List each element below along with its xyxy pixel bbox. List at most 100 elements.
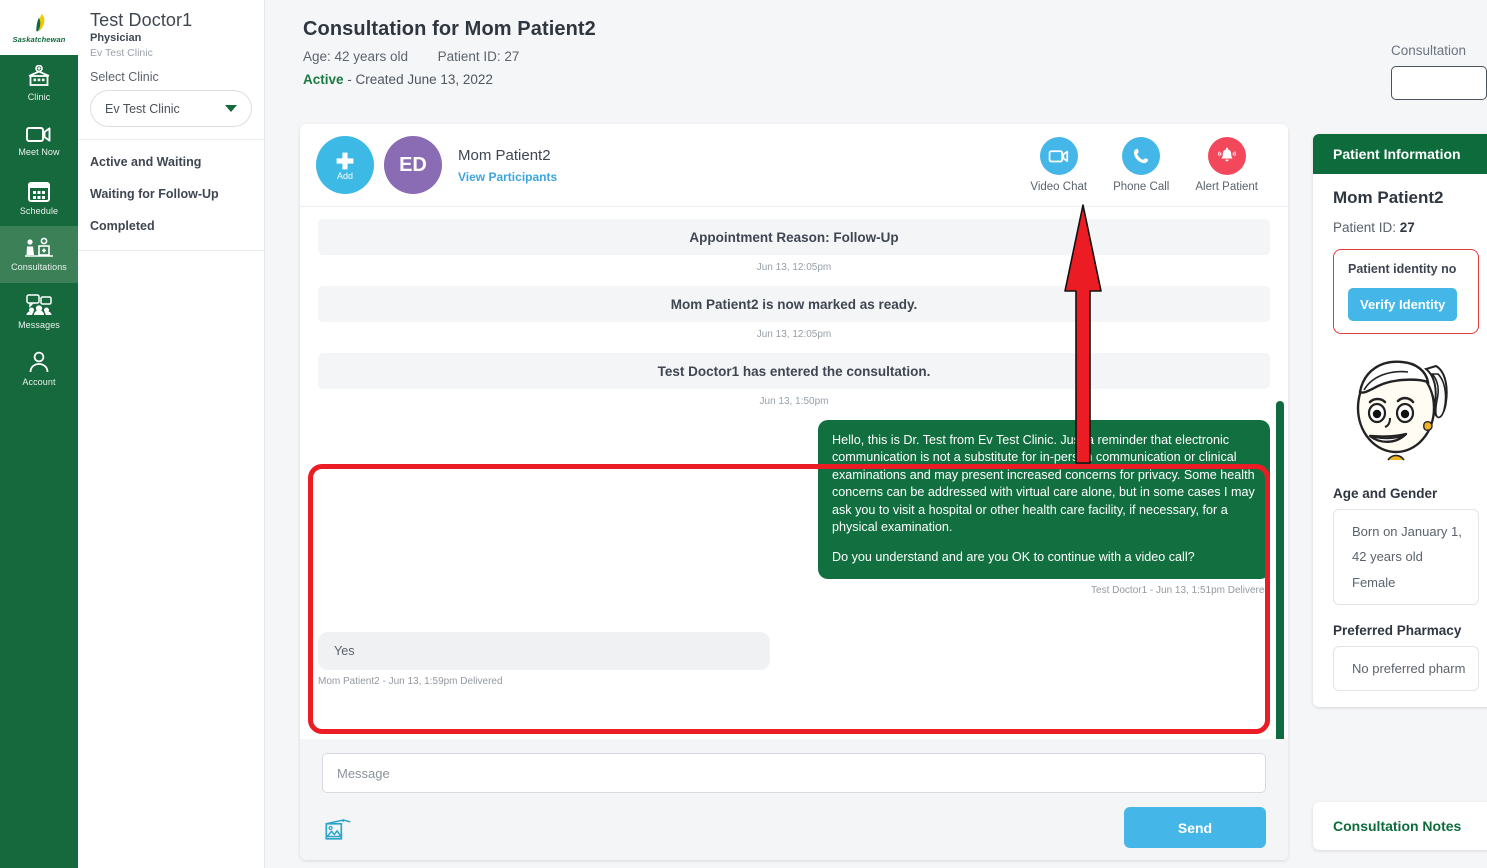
patient-cartoon-avatar-icon	[1340, 348, 1472, 468]
system-message: Appointment Reason: Follow-Up	[318, 219, 1270, 255]
message-input[interactable]	[322, 753, 1266, 793]
consultations-icon	[24, 237, 54, 259]
patient-information-body: Mom Patient2 Patient ID: 27 Patient iden…	[1313, 174, 1487, 707]
system-message-timestamp: Jun 13, 12:05pm	[318, 329, 1270, 340]
status-badge: Active	[303, 72, 344, 87]
rail-label-account: Account	[22, 377, 55, 387]
sidebar-item-waiting-for-follow-up[interactable]: Waiting for Follow-Up	[78, 178, 264, 210]
consultation-filter: Consultation	[1391, 43, 1487, 100]
consultation-header: Consultation for Mom Patient2 Age: 42 ye…	[265, 0, 1487, 87]
phone-call-label: Phone Call	[1113, 181, 1169, 193]
phone-icon	[1131, 146, 1151, 166]
patient-meta: Age: 42 years old Patient ID: 27	[303, 49, 1487, 64]
patient-id-value: 27	[1400, 220, 1415, 235]
sidebar-user-block: Test Doctor1 Physician Ev Test Clinic Se…	[78, 0, 264, 140]
participant-name: Mom Patient2	[458, 147, 557, 164]
rail-label-consultations: Consultations	[11, 262, 67, 272]
consultation-notes-panel[interactable]: Consultation Notes	[1313, 802, 1487, 850]
saskatchewan-logo: Saskatchewan	[0, 0, 78, 55]
alert-patient-label: Alert Patient	[1195, 181, 1258, 193]
clinic-select-value: Ev Test Clinic	[105, 102, 225, 116]
rail-item-messages[interactable]: Messages	[0, 283, 78, 340]
rail-label-meet-now: Meet Now	[18, 147, 59, 157]
consultation-status: Active - Created June 13, 2022	[303, 72, 1487, 87]
video-camera-icon	[1048, 148, 1070, 164]
chat-card: Add ED Mom Patient2 View Participants Vi…	[300, 124, 1288, 860]
rail-item-clinic[interactable]: Clinic	[0, 55, 78, 112]
sidebar-item-active-and-waiting[interactable]: Active and Waiting	[78, 146, 264, 178]
consultation-filter-input[interactable]	[1391, 66, 1487, 100]
system-message-timestamp: Jun 13, 1:50pm	[318, 396, 1270, 407]
phone-call-button[interactable]: Phone Call	[1113, 137, 1169, 193]
alert-patient-button[interactable]: Alert Patient	[1195, 137, 1258, 193]
rail-item-consultations[interactable]: Consultations	[0, 226, 78, 283]
view-participants-link[interactable]: View Participants	[458, 170, 557, 184]
patient-age: Age: 42 years old	[303, 49, 408, 64]
add-participant-button[interactable]: Add	[316, 136, 374, 194]
preferred-pharmacy-box: No preferred pharm	[1333, 646, 1479, 691]
video-chat-label: Video Chat	[1030, 181, 1087, 193]
patient-avatar-image	[1333, 348, 1479, 468]
patient-name: Mom Patient2	[1333, 188, 1479, 208]
verify-identity-button[interactable]: Verify Identity	[1348, 288, 1457, 321]
composer-actions: Send	[322, 807, 1266, 848]
incoming-message-bubble: Yes	[318, 632, 770, 670]
doctor-role: Physician	[90, 32, 252, 44]
preferred-pharmacy-title: Preferred Pharmacy	[1333, 623, 1479, 638]
system-message-timestamp: Jun 13, 12:05pm	[318, 262, 1270, 273]
sidebar-links: Active and Waiting Waiting for Follow-Up…	[78, 140, 264, 251]
clinic-icon	[26, 65, 52, 89]
outgoing-message-paragraph-1: Hello, this is Dr. Test from Ev Test Cli…	[832, 432, 1256, 536]
app-root: Saskatchewan Clinic Meet Now	[0, 0, 1487, 868]
rail-item-account[interactable]: Account	[0, 340, 78, 397]
wheat-sheaf-icon	[28, 12, 50, 34]
incoming-message-meta: Mom Patient2 - Jun 13, 1:59pm Delivered	[318, 676, 1270, 687]
age-and-gender-box: Born on January 1, 42 years old Female	[1333, 509, 1479, 605]
chat-header: Add ED Mom Patient2 View Participants Vi…	[300, 124, 1288, 207]
select-clinic-label: Select Clinic	[90, 70, 252, 84]
secondary-sidebar: Test Doctor1 Physician Ev Test Clinic Se…	[78, 0, 265, 868]
consultation-notes-title: Consultation Notes	[1333, 818, 1479, 834]
video-chat-button[interactable]: Video Chat	[1030, 137, 1087, 193]
gender-value: Female	[1352, 570, 1460, 595]
participant-info: Mom Patient2 View Participants	[458, 147, 557, 184]
plus-icon	[334, 150, 356, 172]
identity-verification-box: Patient identity no Verify Identity	[1333, 249, 1479, 334]
rail-label-messages: Messages	[18, 320, 60, 330]
patient-id-label: Patient ID:	[1333, 220, 1396, 235]
patient-information-header: Patient Information	[1313, 134, 1487, 174]
chat-message-list: Appointment Reason: Follow-Up Jun 13, 12…	[300, 207, 1288, 820]
chat-action-buttons: Video Chat Phone Call	[1030, 137, 1272, 193]
outgoing-message-paragraph-2: Do you understand and are you OK to cont…	[832, 549, 1256, 566]
age-and-gender-title: Age and Gender	[1333, 486, 1479, 501]
bell-icon	[1216, 146, 1238, 166]
account-icon	[27, 350, 51, 374]
birth-date: Born on January 1,	[1352, 519, 1460, 544]
clinic-select[interactable]: Ev Test Clinic	[90, 90, 252, 127]
send-button[interactable]: Send	[1124, 807, 1266, 848]
rail-item-schedule[interactable]: Schedule	[0, 169, 78, 226]
rail-item-meet-now[interactable]: Meet Now	[0, 112, 78, 169]
logo-label: Saskatchewan	[13, 35, 66, 44]
preferred-pharmacy-value: No preferred pharm	[1352, 656, 1460, 681]
icon-rail: Saskatchewan Clinic Meet Now	[0, 0, 78, 868]
patient-id-row: Patient ID: 27	[1333, 220, 1479, 235]
chevron-down-icon	[225, 105, 237, 112]
video-camera-icon	[25, 124, 53, 144]
system-message: Mom Patient2 is now marked as ready.	[318, 286, 1270, 322]
patient-information-panel: Patient Information Mom Patient2 Patient…	[1313, 134, 1487, 707]
identity-warning-text: Patient identity no	[1348, 262, 1464, 276]
messages-icon	[24, 293, 54, 317]
calendar-icon	[27, 180, 51, 203]
rail-label-schedule: Schedule	[20, 206, 58, 216]
chat-composer: Send	[300, 739, 1288, 860]
age-value: 42 years old	[1352, 544, 1460, 569]
patient-id: Patient ID: 27	[438, 49, 520, 64]
doctor-clinic: Ev Test Clinic	[90, 47, 252, 59]
image-attachment-icon[interactable]	[322, 813, 355, 843]
page-title: Consultation for Mom Patient2	[303, 18, 1487, 41]
created-date: - Created June 13, 2022	[347, 72, 493, 87]
chat-scrollbar[interactable]	[1276, 401, 1284, 773]
avatar: ED	[384, 136, 442, 194]
sidebar-item-completed[interactable]: Completed	[78, 210, 264, 242]
